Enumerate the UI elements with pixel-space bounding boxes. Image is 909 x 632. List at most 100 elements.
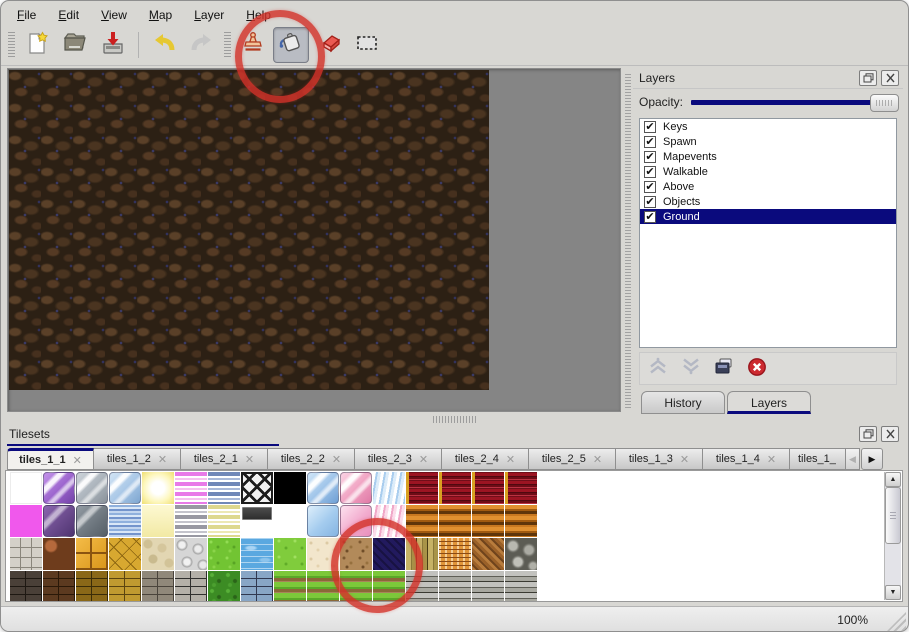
- dock-drag-handle[interactable]: [625, 74, 631, 408]
- tile-glass-pink[interactable]: [340, 472, 372, 504]
- tile-wood-stripes[interactable]: [406, 505, 438, 537]
- layer-visible-checkbox[interactable]: ✔: [644, 121, 656, 133]
- tile-brick-gray[interactable]: [175, 571, 207, 602]
- tile-grass-green2[interactable]: [274, 538, 306, 570]
- tile-pink-solid[interactable]: [340, 505, 372, 537]
- tile-drape-blue[interactable]: [373, 472, 405, 504]
- tab-close-icon[interactable]: ✕: [593, 453, 602, 466]
- tabs-scroll-right-icon[interactable]: ▶: [861, 448, 883, 470]
- tile-water-shimmer[interactable]: [109, 505, 141, 537]
- tile-logs-gray[interactable]: [505, 538, 537, 570]
- tile-farm-rows[interactable]: [307, 571, 339, 602]
- tab-close-icon[interactable]: ✕: [506, 453, 515, 466]
- layer-visible-checkbox[interactable]: ✔: [644, 166, 656, 178]
- tile-sand-pale[interactable]: [307, 538, 339, 570]
- raise-layer-button[interactable]: [646, 357, 670, 381]
- save-map-button[interactable]: [95, 27, 131, 63]
- tab-close-icon[interactable]: ✕: [332, 453, 341, 466]
- tileset-tab-tiles_2_5[interactable]: tiles_2_5✕: [529, 448, 616, 470]
- menu-layer[interactable]: Layer: [184, 6, 234, 24]
- tile-glass-darkpurple[interactable]: [43, 505, 75, 537]
- tabs-scroll-left-icon[interactable]: ◀: [846, 448, 860, 470]
- new-map-button[interactable]: [19, 27, 55, 63]
- resize-grip[interactable]: [887, 612, 906, 631]
- layer-row-mapevents[interactable]: ✔Mapevents: [640, 149, 896, 164]
- tile-water-blue[interactable]: [241, 538, 273, 570]
- tile-tiles-orange[interactable]: [76, 538, 108, 570]
- tile-wall-graystone[interactable]: [142, 571, 174, 602]
- tile-drape-pink[interactable]: [373, 505, 405, 537]
- stamp-tool-button[interactable]: [235, 27, 271, 63]
- tab-close-icon[interactable]: ✕: [680, 453, 689, 466]
- tile-herringbone[interactable]: [472, 538, 504, 570]
- tab-close-icon[interactable]: ✕: [158, 453, 167, 466]
- tile-white[interactable]: [10, 472, 42, 504]
- tileset-tab-tiles_2_3[interactable]: tiles_2_3✕: [355, 448, 442, 470]
- delete-layer-button[interactable]: [745, 357, 769, 381]
- layer-visible-checkbox[interactable]: ✔: [644, 211, 656, 223]
- duplicate-layer-button[interactable]: [712, 357, 736, 381]
- layer-visible-checkbox[interactable]: ✔: [644, 136, 656, 148]
- scrollbar-track[interactable]: [885, 487, 901, 585]
- opacity-slider-handle[interactable]: [870, 94, 899, 112]
- tab-layers[interactable]: Layers: [727, 391, 811, 414]
- float-panel-icon[interactable]: [859, 426, 877, 442]
- tile-glass-darkgray[interactable]: [76, 505, 108, 537]
- tile-brick-orange[interactable]: [439, 538, 471, 570]
- tile-plank-wall-gray[interactable]: [406, 571, 438, 602]
- tile-wood-stripes[interactable]: [505, 505, 537, 537]
- tile-planks-vert[interactable]: [406, 538, 438, 570]
- map-view[interactable]: [7, 68, 621, 412]
- dock-splitter[interactable]: [1, 414, 908, 424]
- tile-glass-gray[interactable]: [76, 472, 108, 504]
- close-panel-icon[interactable]: [881, 426, 899, 442]
- tile-lattice[interactable]: [241, 472, 273, 504]
- tile-farm-rows[interactable]: [274, 571, 306, 602]
- tile-wall-gold[interactable]: [109, 571, 141, 602]
- tile-stripes-blue[interactable]: [208, 472, 240, 504]
- tileset-tab-tiles_2_4[interactable]: tiles_2_4✕: [442, 448, 529, 470]
- splitter-handle[interactable]: [433, 416, 477, 423]
- tile-plank-wall-gray[interactable]: [472, 571, 504, 602]
- tile-glow-yellow[interactable]: [142, 472, 174, 504]
- layer-row-keys[interactable]: ✔Keys: [640, 119, 896, 134]
- tile-stripes-paleyellow[interactable]: [208, 505, 240, 537]
- tile-brick-blue[interactable]: [241, 571, 273, 602]
- tile-wall-darkgold[interactable]: [76, 571, 108, 602]
- layer-visible-checkbox[interactable]: ✔: [644, 151, 656, 163]
- tileset-tab-tiles_1_2[interactable]: tiles_1_2✕: [94, 448, 181, 470]
- toolbar-drag-handle[interactable]: [224, 32, 231, 58]
- rect-select-tool-button[interactable]: [349, 27, 385, 63]
- redo-button[interactable]: [184, 27, 220, 63]
- eraser-tool-button[interactable]: [311, 27, 347, 63]
- menu-file[interactable]: File: [7, 6, 46, 24]
- tile-carpet-red[interactable]: [406, 472, 438, 504]
- tile-cobble-brown[interactable]: [43, 538, 75, 570]
- tile-metal-plate[interactable]: [241, 505, 273, 537]
- tile-plank-wall-gray[interactable]: [505, 571, 537, 602]
- tile-grass-green[interactable]: [208, 538, 240, 570]
- layer-row-walkable[interactable]: ✔Walkable: [640, 164, 896, 179]
- tile-pale-yellow[interactable]: [142, 505, 174, 537]
- layer-row-spawn[interactable]: ✔Spawn: [640, 134, 896, 149]
- tile-glass-blue2[interactable]: [307, 472, 339, 504]
- tile-stripes-pink[interactable]: [175, 472, 207, 504]
- scroll-down-icon[interactable]: ▼: [885, 585, 901, 600]
- tile-glass-purple[interactable]: [43, 472, 75, 504]
- menu-map[interactable]: Map: [139, 6, 182, 24]
- layer-visible-checkbox[interactable]: ✔: [644, 196, 656, 208]
- menu-view[interactable]: View: [91, 6, 137, 24]
- tab-close-icon[interactable]: ✕: [73, 454, 82, 467]
- tileset-tab-tiles_1_3[interactable]: tiles_1_3✕: [616, 448, 703, 470]
- menu-edit[interactable]: Edit: [48, 6, 89, 24]
- tile-wood-stripes[interactable]: [472, 505, 504, 537]
- tile-stripes-gray[interactable]: [175, 505, 207, 537]
- tile-black[interactable]: [274, 472, 306, 504]
- layer-row-ground[interactable]: ✔Ground: [640, 209, 896, 224]
- toolbar-drag-handle[interactable]: [8, 32, 15, 58]
- tab-close-icon[interactable]: ✕: [419, 453, 428, 466]
- tileset-tab-tiles_2_2[interactable]: tiles_2_2✕: [268, 448, 355, 470]
- scrollbar-thumb[interactable]: [885, 487, 901, 544]
- tile-carpet-red[interactable]: [439, 472, 471, 504]
- fill-tool-button[interactable]: [273, 27, 309, 63]
